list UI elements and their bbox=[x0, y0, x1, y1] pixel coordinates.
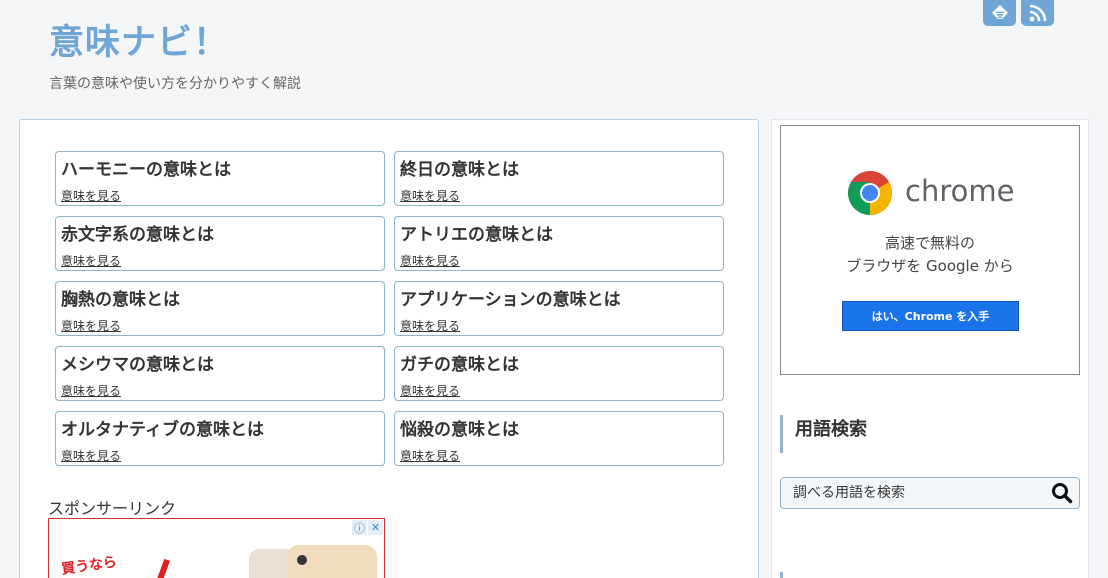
article-card[interactable]: アプリケーションの意味とは 意味を見る bbox=[394, 281, 724, 336]
rss-icon[interactable] bbox=[1021, 0, 1054, 26]
camera-icon bbox=[297, 555, 307, 565]
article-card[interactable]: 終日の意味とは 意味を見る bbox=[394, 151, 724, 206]
feedly-icon[interactable] bbox=[983, 0, 1016, 26]
chrome-ad-text: ブラウザを Google から bbox=[846, 257, 1014, 275]
article-title[interactable]: 赤文字系の意味とは bbox=[61, 220, 214, 245]
article-title[interactable]: 胸熱の意味とは bbox=[61, 285, 180, 310]
get-chrome-button[interactable]: はい、Chrome を入手 bbox=[842, 301, 1019, 331]
article-title[interactable]: オルタナティブの意味とは bbox=[61, 415, 264, 440]
ad-badge: ⓘ ✕ bbox=[352, 520, 383, 535]
article-title[interactable]: メシウマの意味とは bbox=[61, 350, 214, 375]
article-title[interactable]: アプリケーションの意味とは bbox=[400, 285, 621, 310]
read-more-link[interactable]: 意味を見る bbox=[61, 252, 121, 269]
chrome-brand: chrome bbox=[905, 174, 1015, 208]
article-card[interactable]: アトリエの意味とは 意味を見る bbox=[394, 216, 724, 271]
search-input[interactable] bbox=[781, 478, 1041, 508]
article-title[interactable]: アトリエの意味とは bbox=[400, 220, 553, 245]
ad-decoration bbox=[154, 558, 170, 578]
sponsored-ad[interactable]: ⓘ ✕ 買うなら bbox=[48, 518, 385, 578]
article-title[interactable]: ハーモニーの意味とは bbox=[61, 155, 231, 180]
search-widget-title: 用語検索 bbox=[780, 415, 1080, 453]
article-card[interactable]: オルタナティブの意味とは 意味を見る bbox=[55, 411, 385, 466]
ad-headline: 買うなら bbox=[60, 554, 118, 578]
sponsor-label: スポンサーリンク bbox=[48, 499, 177, 518]
article-title[interactable]: 悩殺の意味とは bbox=[400, 415, 519, 440]
site-header: 意味ナビ！ 言葉の意味や使い方を分かりやすく解説 bbox=[0, 0, 1108, 115]
read-more-link[interactable]: 意味を見る bbox=[400, 317, 460, 334]
article-card[interactable]: 悩殺の意味とは 意味を見る bbox=[394, 411, 724, 466]
info-icon[interactable]: ⓘ bbox=[352, 520, 367, 535]
chrome-ad-text: 高速で無料の bbox=[884, 234, 975, 252]
search-icon[interactable] bbox=[1051, 482, 1073, 504]
read-more-link[interactable]: 意味を見る bbox=[61, 447, 121, 464]
read-more-link[interactable]: 意味を見る bbox=[61, 317, 121, 334]
sidebar: chrome 高速で無料の ブラウザを Google から はい、Chrome … bbox=[771, 119, 1089, 578]
site-title[interactable]: 意味ナビ！ bbox=[49, 14, 229, 65]
article-title[interactable]: 終日の意味とは bbox=[400, 155, 519, 180]
close-icon[interactable]: ✕ bbox=[368, 520, 383, 535]
article-title[interactable]: ガチの意味とは bbox=[400, 350, 519, 375]
read-more-link[interactable]: 意味を見る bbox=[61, 382, 121, 399]
chrome-ad[interactable]: chrome 高速で無料の ブラウザを Google から はい、Chrome … bbox=[780, 125, 1080, 375]
article-card[interactable]: ハーモニーの意味とは 意味を見る bbox=[55, 151, 385, 206]
read-more-link[interactable]: 意味を見る bbox=[400, 187, 460, 204]
article-card[interactable]: 胸熱の意味とは 意味を見る bbox=[55, 281, 385, 336]
read-more-link[interactable]: 意味を見る bbox=[400, 382, 460, 399]
read-more-link[interactable]: 意味を見る bbox=[400, 447, 460, 464]
read-more-link[interactable]: 意味を見る bbox=[61, 187, 121, 204]
article-card[interactable]: メシウマの意味とは 意味を見る bbox=[55, 346, 385, 401]
chrome-logo-icon bbox=[848, 171, 892, 215]
site-description: 言葉の意味や使い方を分かりやすく解説 bbox=[49, 76, 301, 92]
article-card[interactable]: ガチの意味とは 意味を見る bbox=[394, 346, 724, 401]
next-widget-title bbox=[780, 572, 1080, 578]
search-form bbox=[780, 477, 1080, 509]
read-more-link[interactable]: 意味を見る bbox=[400, 252, 460, 269]
article-card[interactable]: 赤文字系の意味とは 意味を見る bbox=[55, 216, 385, 271]
